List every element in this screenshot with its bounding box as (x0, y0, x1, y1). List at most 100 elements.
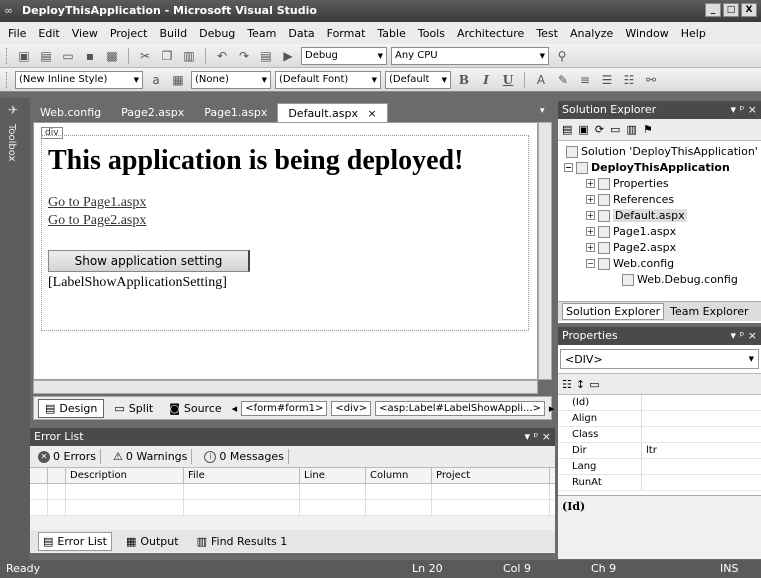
menu-view[interactable]: View (66, 27, 104, 40)
warnings-filter-button[interactable]: ⚠ 0 Warnings (109, 449, 193, 464)
property-value[interactable] (642, 427, 646, 442)
save-all-icon[interactable]: ▩ (103, 47, 121, 65)
menu-analyze[interactable]: Analyze (564, 27, 619, 40)
menu-build[interactable]: Build (153, 27, 193, 40)
menu-data[interactable]: Data (282, 27, 320, 40)
save-icon[interactable]: ▪ (81, 47, 99, 65)
property-row[interactable]: Lang (558, 459, 761, 475)
target-rule-icon[interactable]: ▦ (169, 71, 187, 89)
tab-output[interactable]: ▦ Output (122, 533, 183, 550)
link-page2[interactable]: Go to Page2.aspx (48, 213, 146, 229)
property-row[interactable]: Dir ltr (558, 443, 761, 459)
tab-find-results[interactable]: ▥ Find Results 1 (193, 533, 292, 550)
refresh-icon[interactable]: ⟳ (595, 123, 604, 136)
bold-button[interactable]: B (455, 71, 473, 89)
property-value[interactable]: ltr (642, 443, 657, 458)
menu-edit[interactable]: Edit (32, 27, 65, 40)
tree-item-web-config[interactable]: − Web.config (586, 257, 674, 270)
property-pages-icon[interactable]: ▭ (589, 378, 599, 391)
design-surface[interactable]: div This application is being deployed! … (33, 122, 538, 380)
label-control[interactable]: [LabelShowApplicationSetting] (48, 275, 227, 291)
undo-icon[interactable]: ↶ (213, 47, 231, 65)
tab-solution-explorer[interactable]: Solution Explorer (562, 303, 665, 320)
view-code-icon[interactable]: ▭ (610, 123, 620, 136)
menu-tools[interactable]: Tools (412, 27, 451, 40)
vertical-scrollbar[interactable] (538, 122, 552, 380)
configuration-select[interactable]: Debug ▼ (301, 46, 387, 65)
tree-item-page1[interactable]: + Page1.aspx (586, 225, 676, 238)
toolbar-grip[interactable] (6, 71, 9, 88)
menu-format[interactable]: Format (321, 27, 372, 40)
navigate-icon[interactable]: ▤ (257, 47, 275, 65)
design-view-button[interactable]: ▤ Design (38, 398, 105, 418)
numbered-list-icon[interactable]: ☰ (598, 71, 616, 89)
tree-item-properties[interactable]: + Properties (586, 177, 669, 190)
col-description[interactable]: Description (66, 468, 184, 483)
menu-table[interactable]: Table (371, 27, 411, 40)
minimize-button[interactable]: _ (705, 3, 721, 17)
menu-help[interactable]: Help (675, 27, 712, 40)
link-page1[interactable]: Go to Page1.aspx (48, 195, 146, 211)
toolbox-pin-icon[interactable]: ✈ (8, 103, 18, 117)
crumb-left-arrow-icon[interactable]: ◂ (232, 402, 238, 415)
expand-icon[interactable]: + (586, 195, 595, 204)
show-all-files-icon[interactable]: ▣ (578, 123, 588, 136)
col-column[interactable]: Column (366, 468, 432, 483)
menu-test[interactable]: Test (530, 27, 564, 40)
crumb-right-arrow-icon[interactable]: ▸ (549, 402, 555, 415)
panel-pin-icon[interactable]: ▾ ᵖ × (731, 327, 757, 345)
redo-icon[interactable]: ↷ (235, 47, 253, 65)
property-row[interactable]: Class (558, 427, 761, 443)
panel-pin-icon[interactable]: ▾ ᵖ × (731, 101, 757, 119)
menu-debug[interactable]: Debug (193, 27, 241, 40)
tree-solution[interactable]: Solution 'DeployThisApplication' (1 (566, 145, 761, 158)
paste-icon[interactable]: ▥ (180, 47, 198, 65)
property-value[interactable] (642, 395, 646, 410)
highlight-icon[interactable]: ✎ (554, 71, 572, 89)
start-debugging-icon[interactable]: ▶ (279, 47, 297, 65)
open-file-icon[interactable]: ▭ (59, 47, 77, 65)
split-view-button[interactable]: ▭ Split (108, 400, 159, 417)
show-setting-button[interactable]: Show application setting (48, 250, 250, 272)
collapse-icon[interactable]: − (586, 259, 595, 268)
errors-filter-button[interactable]: ✕ 0 Errors (34, 449, 102, 464)
tab-page2[interactable]: Page2.aspx (111, 103, 194, 123)
expand-icon[interactable]: + (586, 179, 595, 188)
close-button[interactable]: X (741, 3, 757, 17)
style-select[interactable]: (New Inline Style) ▼ (15, 70, 143, 89)
font-select[interactable]: (Default Font) ▼ (275, 70, 381, 89)
new-project-icon[interactable]: ▣ (15, 47, 33, 65)
view-designer-icon[interactable]: ▥ (626, 123, 636, 136)
close-tab-icon[interactable]: × (367, 107, 376, 120)
block-format-select[interactable]: (None) ▼ (191, 70, 271, 89)
col-file[interactable]: File (184, 468, 300, 483)
menu-project[interactable]: Project (104, 27, 154, 40)
properties-object-select[interactable]: <DIV> ▼ (560, 349, 759, 369)
tree-item-web-debug-config[interactable]: Web.Debug.config (622, 273, 738, 286)
menu-file[interactable]: File (2, 27, 32, 40)
menu-window[interactable]: Window (619, 27, 674, 40)
collapse-icon[interactable]: − (564, 163, 573, 172)
property-row[interactable]: RunAt (558, 475, 761, 491)
expand-icon[interactable]: + (586, 227, 595, 236)
col-line[interactable]: Line (300, 468, 366, 483)
tab-default[interactable]: Default.aspx × (277, 103, 388, 123)
expand-icon[interactable]: + (586, 243, 595, 252)
tree-item-page2[interactable]: + Page2.aspx (586, 241, 676, 254)
tree-item-references[interactable]: + References (586, 193, 674, 206)
tab-page1[interactable]: Page1.aspx (194, 103, 277, 123)
horizontal-scrollbar[interactable] (33, 380, 538, 394)
add-item-icon[interactable]: ▤ (37, 47, 55, 65)
messages-filter-button[interactable]: i 0 Messages (200, 449, 289, 464)
menu-team[interactable]: Team (241, 27, 282, 40)
find-icon[interactable]: ⚲ (553, 47, 571, 65)
tab-team-explorer[interactable]: Team Explorer (670, 305, 748, 318)
col-project[interactable]: Project (432, 468, 550, 483)
copy-website-icon[interactable]: ⚑ (643, 123, 653, 136)
tree-project[interactable]: − DeployThisApplication (564, 161, 730, 174)
toolbox-tab[interactable]: Toolbox (6, 124, 17, 162)
alphabetical-icon[interactable]: ↕ (576, 378, 585, 391)
foreground-color-icon[interactable]: A (532, 71, 550, 89)
crumb-form[interactable]: <form#form1> (241, 400, 328, 416)
property-value[interactable] (642, 459, 646, 474)
